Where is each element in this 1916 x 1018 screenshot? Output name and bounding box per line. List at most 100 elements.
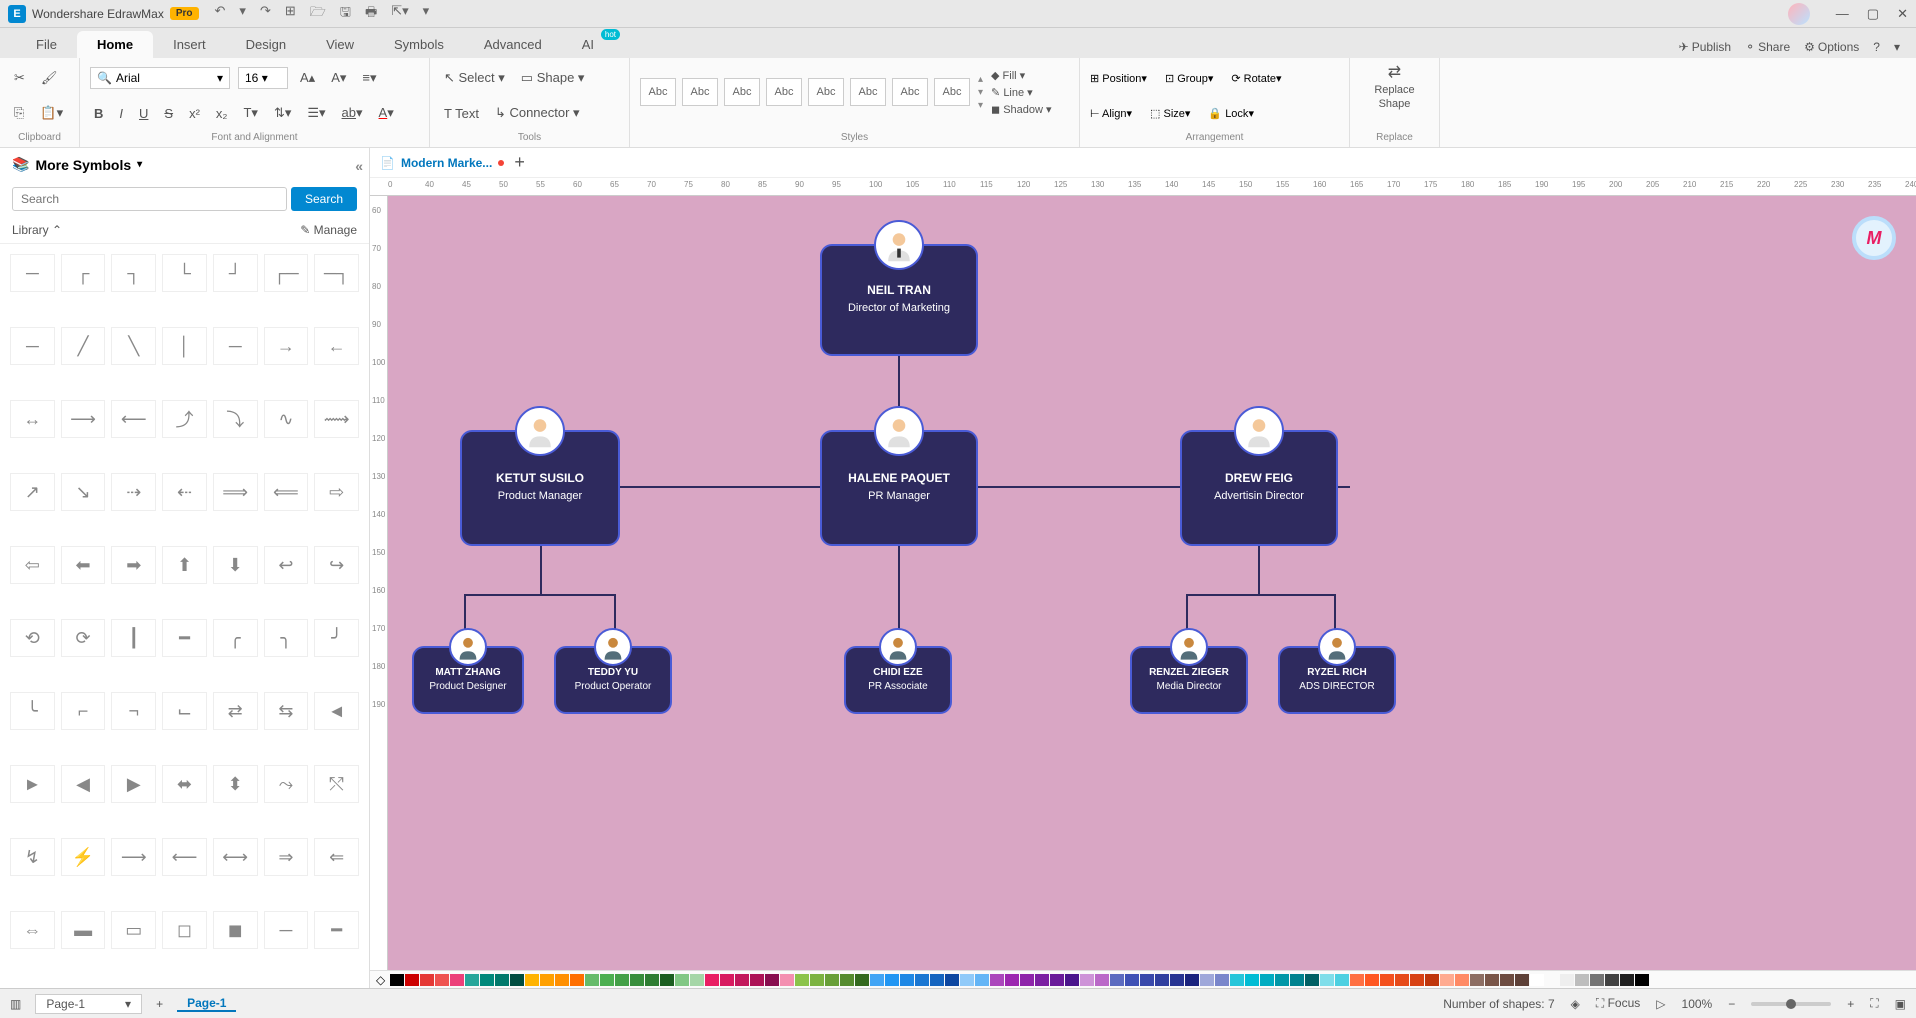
minimize-icon[interactable]: — — [1836, 6, 1849, 21]
color-swatch[interactable] — [1050, 974, 1064, 986]
shape-swatch[interactable]: ⇢ — [111, 473, 156, 511]
save-icon[interactable]: 🖫 — [340, 3, 351, 25]
decrease-font-icon[interactable]: A▾ — [327, 68, 350, 88]
color-swatch[interactable] — [735, 974, 749, 986]
color-swatch[interactable] — [1275, 974, 1289, 986]
color-swatch[interactable] — [1350, 974, 1364, 986]
color-swatch[interactable] — [825, 974, 839, 986]
shadow-button[interactable]: ◼ Shadow ▾ — [991, 103, 1052, 116]
color-swatch[interactable] — [1470, 974, 1484, 986]
color-swatch[interactable] — [1035, 974, 1049, 986]
org-node-operator[interactable]: TEDDY YU Product Operator — [554, 646, 672, 714]
print-icon[interactable]: 🖶 — [365, 3, 377, 25]
shape-swatch[interactable]: ─ — [10, 254, 55, 292]
symbol-search-input[interactable] — [12, 187, 287, 211]
tab-insert[interactable]: Insert — [153, 31, 226, 58]
lock-button[interactable]: 🔒 Lock▾ — [1208, 107, 1254, 120]
color-swatch[interactable] — [930, 974, 944, 986]
shape-swatch[interactable]: ⬌ — [162, 765, 207, 803]
focus-button[interactable]: ⛶ Focus — [1596, 996, 1640, 1011]
options-button[interactable]: ⚙ Options — [1804, 40, 1859, 54]
shape-swatch[interactable]: ⇔ — [10, 911, 55, 949]
shape-swatch[interactable]: → — [264, 327, 309, 365]
color-swatch[interactable] — [750, 974, 764, 986]
shape-swatch[interactable]: ⬍ — [213, 765, 258, 803]
tab-symbols[interactable]: Symbols — [374, 31, 464, 58]
color-swatch[interactable] — [705, 974, 719, 986]
tab-file[interactable]: File — [16, 31, 77, 58]
color-swatch[interactable] — [390, 974, 404, 986]
org-node-media-dir[interactable]: RENZEL ZIEGER Media Director — [1130, 646, 1248, 714]
bold-icon[interactable]: B — [90, 104, 107, 123]
add-page-button[interactable]: + — [156, 997, 163, 1011]
color-swatch[interactable] — [1020, 974, 1034, 986]
line-button[interactable]: ✎ Line ▾ — [991, 86, 1052, 99]
highlight-icon[interactable]: ab▾ — [338, 103, 367, 123]
color-swatch[interactable] — [1170, 974, 1184, 986]
color-swatch[interactable] — [1185, 974, 1199, 986]
shape-swatch[interactable]: └ — [162, 254, 207, 292]
shape-swatch[interactable]: ⟷ — [213, 838, 258, 876]
color-swatch[interactable] — [1545, 974, 1559, 986]
shape-swatch[interactable]: ┐ — [111, 254, 156, 292]
share-button[interactable]: ⚬ Share — [1745, 40, 1790, 54]
shape-swatch[interactable]: ┃ — [111, 619, 156, 657]
shape-swatch[interactable]: ⟲ — [10, 619, 55, 657]
color-swatch[interactable] — [1485, 974, 1499, 986]
shape-swatch[interactable]: ━ — [162, 619, 207, 657]
add-tab-button[interactable]: + — [514, 152, 525, 173]
fill-button[interactable]: ◆ Fill ▾ — [991, 69, 1052, 82]
manage-button[interactable]: ✎ Manage — [300, 223, 357, 237]
color-swatch[interactable] — [1440, 974, 1454, 986]
group-button[interactable]: ⊡ Group▾ — [1165, 72, 1213, 85]
color-swatch[interactable] — [435, 974, 449, 986]
color-swatch[interactable] — [1620, 974, 1634, 986]
position-button[interactable]: ⊞ Position▾ — [1090, 72, 1147, 85]
rotate-button[interactable]: ⟳ Rotate▾ — [1231, 72, 1281, 85]
gallery-up-icon[interactable]: ▴ — [978, 74, 983, 85]
shape-swatch[interactable]: ▶ — [111, 765, 156, 803]
color-swatch[interactable] — [885, 974, 899, 986]
color-swatch[interactable] — [1335, 974, 1349, 986]
close-icon[interactable]: ✕ — [1897, 6, 1908, 22]
color-swatch[interactable] — [630, 974, 644, 986]
color-swatch[interactable] — [780, 974, 794, 986]
shape-swatch[interactable]: ┘ — [213, 254, 258, 292]
shape-swatch[interactable]: ┌─ — [264, 254, 309, 292]
shape-swatch[interactable]: ⇆ — [264, 692, 309, 730]
underline-icon[interactable]: U — [135, 104, 152, 123]
color-swatch[interactable] — [1230, 974, 1244, 986]
color-swatch[interactable] — [795, 974, 809, 986]
fullscreen-icon[interactable]: ⛶ — [1870, 996, 1878, 1011]
color-swatch[interactable] — [585, 974, 599, 986]
shape-swatch[interactable]: ─ — [213, 327, 258, 365]
zoom-out-button[interactable]: − — [1728, 997, 1735, 1011]
shape-swatch[interactable]: ╲ — [111, 327, 156, 365]
gallery-more-icon[interactable]: ▾ — [978, 100, 983, 111]
tab-design[interactable]: Design — [226, 31, 306, 58]
shape-swatch[interactable]: ─┐ — [314, 254, 359, 292]
style-swatch[interactable]: Abc — [640, 78, 676, 106]
assistant-icon[interactable]: M — [1852, 216, 1896, 260]
shape-swatch[interactable]: ━ — [314, 911, 359, 949]
shape-swatch[interactable]: ⚡ — [61, 838, 106, 876]
color-swatch[interactable] — [765, 974, 779, 986]
shape-swatch[interactable]: ⟸ — [264, 473, 309, 511]
color-swatch[interactable] — [1515, 974, 1529, 986]
color-swatch[interactable] — [1080, 974, 1094, 986]
library-toggle[interactable]: Library ⌃ — [12, 223, 62, 237]
style-swatch[interactable]: Abc — [808, 78, 844, 106]
shape-swatch[interactable]: ┌ — [61, 254, 106, 292]
fit-icon[interactable]: ▣ — [1895, 997, 1906, 1011]
nofill-icon[interactable]: ◇ — [376, 973, 385, 987]
shape-swatch[interactable]: ↗ — [10, 473, 55, 511]
color-swatch[interactable] — [900, 974, 914, 986]
shape-swatch[interactable]: ─ — [10, 327, 55, 365]
shape-swatch[interactable]: ─ — [264, 911, 309, 949]
color-swatch[interactable] — [1140, 974, 1154, 986]
shape-swatch[interactable]: ⟵ — [162, 838, 207, 876]
color-swatch[interactable] — [960, 974, 974, 986]
linespace-icon[interactable]: ⇅▾ — [270, 103, 295, 123]
menu-more-icon[interactable]: ▾ — [1894, 40, 1900, 54]
layout-icon[interactable]: ▥ — [10, 997, 21, 1011]
